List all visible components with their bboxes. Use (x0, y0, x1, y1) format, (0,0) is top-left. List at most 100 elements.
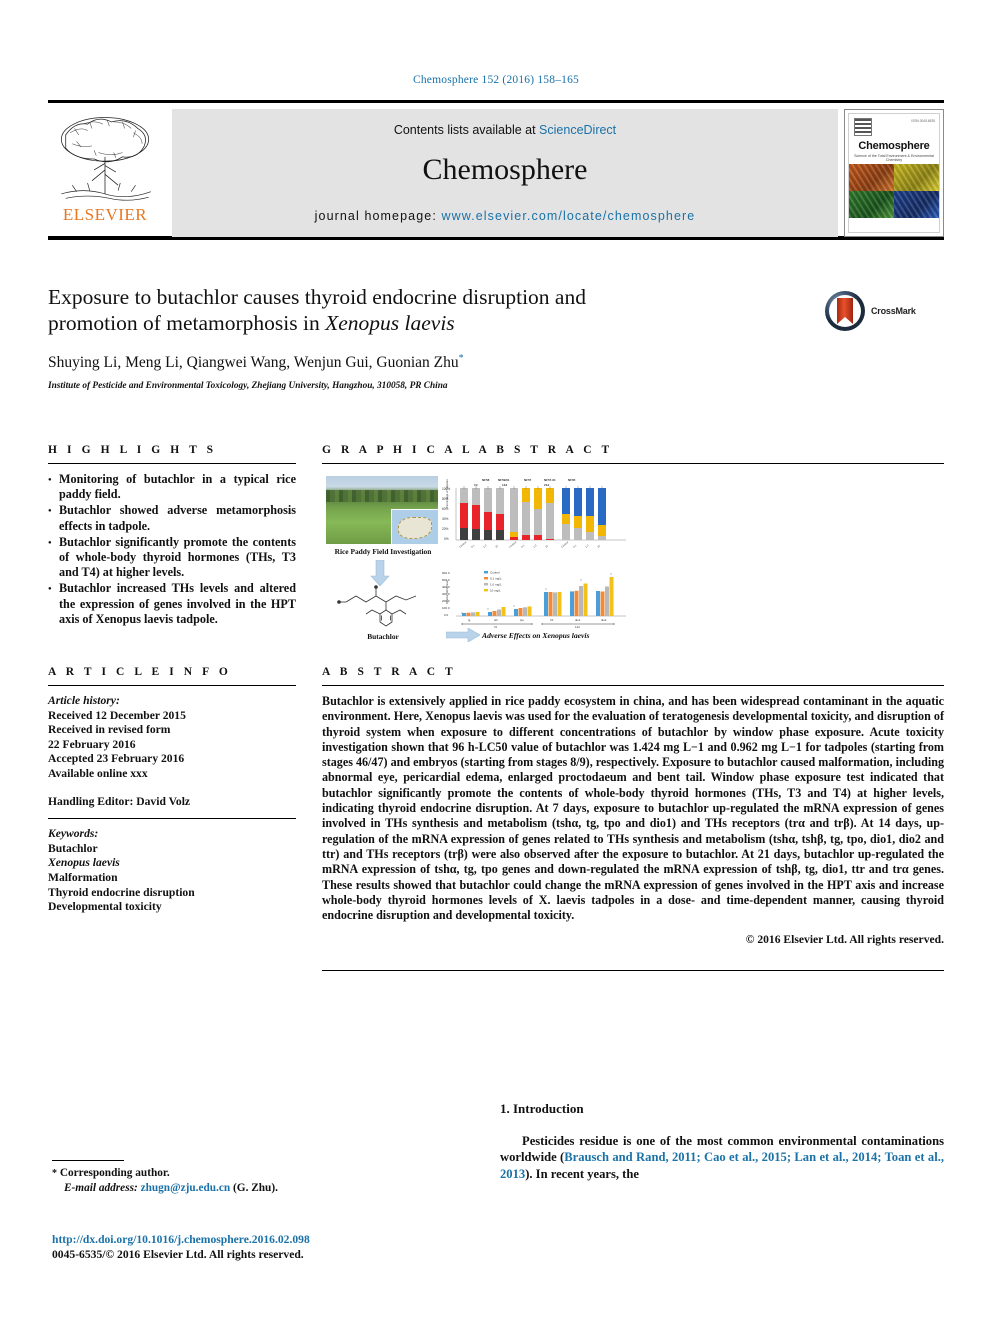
svg-text:1.0: 1.0 (482, 543, 488, 549)
photo-treeline (326, 490, 438, 502)
svg-text:0.1: 0.1 (520, 543, 526, 549)
svg-text:10: 10 (494, 543, 499, 548)
svg-text:NF59/61: NF59/61 (498, 478, 510, 482)
journal-title: Chemosphere (422, 153, 588, 186)
issn-copyright-line: 0045-6535/© 2016 Elsevier Ltd. All right… (52, 1248, 304, 1262)
svg-text:0.0: 0.0 (444, 613, 449, 617)
rice-paddy-photo (326, 476, 438, 544)
svg-text:10: 10 (596, 543, 601, 548)
crossmark-label: CrossMark (871, 306, 916, 316)
crossmark-badge[interactable]: CrossMark (824, 288, 934, 334)
highlights-heading: H I G H L I G H T S (48, 444, 217, 456)
history-line: Received in revised form (48, 723, 171, 737)
butachlor-structure-diagram (337, 585, 417, 627)
doi-link[interactable]: http://dx.doi.org/10.1016/j.chemosphere.… (52, 1232, 310, 1247)
corresponding-author-marker: * (458, 353, 464, 364)
crossmark-icon (825, 291, 865, 331)
sciencedirect-link[interactable]: ScienceDirect (539, 123, 616, 137)
cover-leaf-yellow (894, 164, 939, 191)
abstract-text: Butachlor is extensively applied in rice… (322, 694, 944, 923)
corresponding-author-label: Corresponding author. (59, 1167, 170, 1179)
author-list: Shuying Li, Meng Li, Qiangwei Wang, Wenj… (48, 353, 808, 372)
svg-text:tg: tg (468, 618, 471, 622)
stacked-bar-chart: 100%80% 60%40% 20%0% Percentage of tadpo… (442, 478, 626, 549)
history-line: 22 February 2016 (48, 737, 136, 751)
homepage-url-link[interactable]: www.elsevier.com/locate/chemosphere (441, 209, 695, 223)
keywords-block: Keywords: Butachlor Xenopus laevis Malfo… (48, 827, 296, 915)
list-item: Butachlor significantly promote the cont… (48, 535, 296, 581)
svg-text:0.1: 0.1 (572, 543, 578, 549)
cover-photo-grid (849, 164, 939, 218)
title-block: Exposure to butachlor causes thyroid end… (48, 284, 808, 391)
svg-text:0.1 mg/L: 0.1 mg/L (490, 577, 502, 581)
svg-text:1.0: 1.0 (584, 543, 590, 549)
abstract-bottom-divider (322, 970, 944, 972)
svg-text:600.0: 600.0 (442, 571, 450, 575)
svg-text:10 mg/L: 10 mg/L (490, 589, 501, 593)
svg-text:14d: 14d (575, 625, 580, 629)
introduction-paragraph: Pesticides residue is one of the most co… (500, 1133, 944, 1182)
svg-text:1.0 mg/L: 1.0 mg/L (490, 583, 502, 587)
graphical-abstract-divider (322, 463, 944, 464)
footnote-divider (52, 1160, 124, 1161)
svg-text:Percentage of tadpoles: Percentage of tadpoles (445, 479, 449, 508)
svg-text:100.0: 100.0 (442, 606, 450, 610)
svg-text:NF57: NF57 (524, 478, 532, 482)
svg-text:trb: trb (550, 618, 554, 622)
article-history-label: Article history: (48, 694, 120, 708)
svg-text:dio2: dio2 (601, 618, 607, 622)
cover-subtitle: Science of the Total Environment & Envir… (854, 154, 934, 162)
effects-caption: Adverse Effects on Xenopus laevis (482, 631, 590, 640)
svg-text:dio1: dio1 (575, 618, 581, 622)
cover-elsevier-mark-icon (854, 118, 872, 136)
svg-text:7d: 7d (494, 625, 498, 629)
abstract-divider (322, 685, 944, 686)
abstract-heading: A B S T R A C T (322, 666, 457, 678)
email-owner: (G. Zhu). (233, 1182, 278, 1194)
svg-text:Control: Control (458, 540, 467, 549)
history-line: Accepted 23 February 2016 (48, 752, 185, 766)
list-item: Butachlor showed adverse metamorphosis e… (48, 503, 296, 533)
svg-text:20%: 20% (442, 527, 449, 531)
compound-caption: Butachlor (367, 632, 399, 641)
introduction-heading: 1. Introduction (500, 1101, 584, 1116)
article-history-block: Article history: Received 12 December 20… (48, 694, 296, 809)
highlights-divider (48, 463, 296, 464)
doi-block: http://dx.doi.org/10.1016/j.chemosphere.… (52, 1232, 310, 1263)
svg-text:tpo: tpo (520, 618, 524, 622)
highlights-list: Monitoring of butachlor in a typical ric… (48, 472, 296, 627)
svg-text:0.1: 0.1 (470, 543, 476, 549)
elsevier-wordmark: ELSEVIER (62, 205, 148, 224)
right-column: G R A P H I C A L A B S T R A C T Rice P… (322, 444, 944, 979)
history-line: Received 12 December 2015 (48, 708, 186, 722)
cover-leaf-blue (894, 191, 939, 218)
svg-text:Control: Control (490, 571, 500, 575)
china-map-inset (391, 509, 438, 544)
right-arrow-icon (446, 628, 480, 642)
contents-prefix: Contents lists available at (393, 123, 540, 137)
contents-available-line: Contents lists available at ScienceDirec… (172, 123, 838, 137)
title-species-italic: Xenopus laevis (325, 311, 455, 335)
list-item: Monitoring of butachlor in a typical ric… (48, 472, 296, 502)
down-arrow-icon (370, 560, 390, 586)
svg-text:Control: Control (560, 540, 569, 549)
svg-text:1.0: 1.0 (532, 543, 538, 549)
email-address-label: E-mail address: (64, 1182, 138, 1194)
intro-text-b: ). In recent years, the (525, 1166, 639, 1181)
email-link[interactable]: zhugn@zju.edu.cn (141, 1182, 231, 1194)
keyword-item: Thyroid endocrine disruption (48, 885, 195, 899)
footnote-star: * (52, 1168, 57, 1179)
svg-text:Control: Control (508, 540, 517, 549)
grouped-bar-chart: 600.0500.0400.0 300.0200.0100.00.0 Relat… (442, 571, 626, 629)
page-title: Exposure to butachlor causes thyroid end… (48, 284, 808, 336)
journal-homepage-line: journal homepage: www.elsevier.com/locat… (172, 209, 838, 223)
abstract-copyright: © 2016 Elsevier Ltd. All rights reserved… (745, 933, 944, 947)
svg-text:0%: 0% (444, 537, 449, 541)
history-line: Available online xxx (48, 767, 148, 780)
cover-leaf-orange (849, 164, 894, 191)
svg-text:10: 10 (544, 543, 549, 548)
elsevier-logo: ELSEVIER (48, 109, 166, 237)
elsevier-tree-icon (60, 117, 151, 201)
affiliation: Institute of Pesticide and Environmental… (48, 381, 448, 392)
homepage-prefix: journal homepage: (314, 209, 442, 223)
